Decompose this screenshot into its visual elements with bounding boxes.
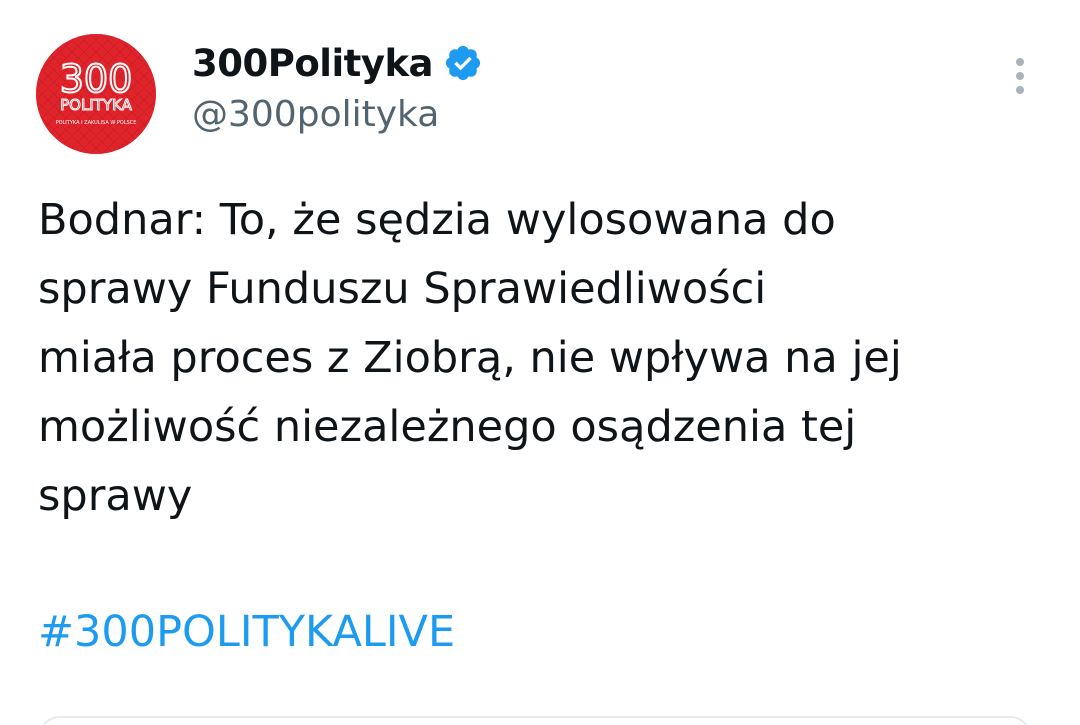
tweet-header: 300Polityka @300polityka (192, 36, 1000, 135)
tweet-text: Bodnar: To, że sędzia wylosowana do spra… (38, 195, 902, 521)
more-dot (1016, 86, 1024, 94)
verified-badge-icon[interactable] (443, 43, 483, 83)
name-row: 300Polityka (192, 36, 1000, 90)
avatar[interactable]: 300 POLITYKA POLITYKA I ZAKULISA W POLSC… (36, 34, 156, 154)
avatar-logo: 300 POLITYKA POLITYKA I ZAKULISA W POLSC… (36, 34, 156, 154)
more-dot (1016, 58, 1024, 66)
svg-text:POLITYKA: POLITYKA (60, 96, 133, 114)
tweet: 300 POLITYKA POLITYKA I ZAKULISA W POLSC… (0, 0, 1080, 725)
more-dot (1016, 72, 1024, 80)
more-vertical-icon[interactable] (1008, 58, 1032, 106)
svg-text:300: 300 (60, 57, 133, 101)
display-name[interactable]: 300Polityka (192, 42, 434, 85)
handle[interactable]: @300polityka (192, 94, 1000, 135)
hashtag-link[interactable]: #300POLITYKALIVE (38, 598, 455, 667)
svg-text:POLITYKA I ZAKULISA W POLSCE: POLITYKA I ZAKULISA W POLSCE (56, 120, 137, 126)
media-card-edge[interactable] (38, 716, 1032, 725)
